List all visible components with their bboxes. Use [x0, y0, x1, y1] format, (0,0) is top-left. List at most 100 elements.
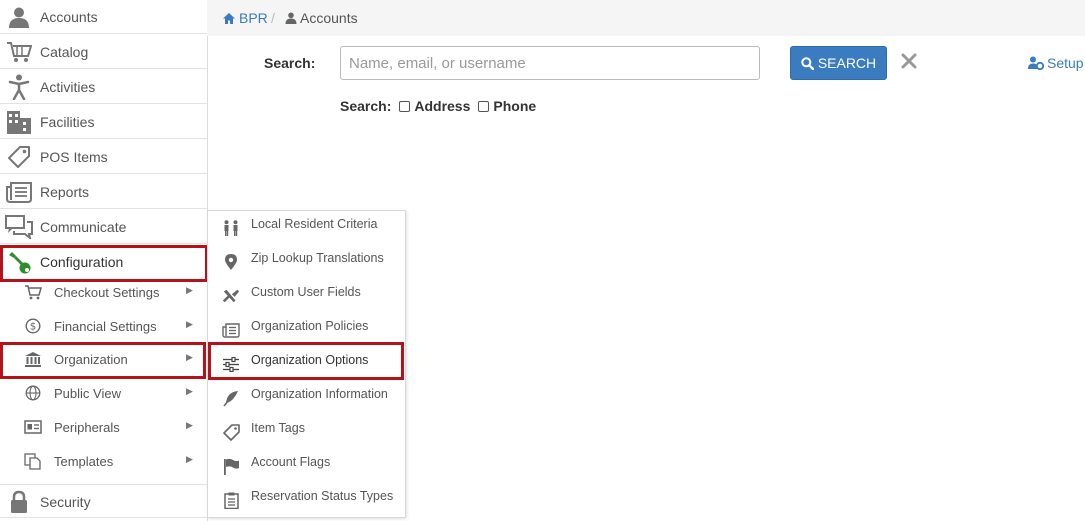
sidebar-item-reports[interactable]: Reports	[0, 175, 207, 209]
sidebar-subitem-financial-settings[interactable]: $ Financial Settings ▶	[0, 309, 207, 343]
cart-icon	[24, 284, 42, 300]
breadcrumb: BPR / Accounts	[207, 0, 1085, 36]
breadcrumb-home[interactable]: BPR	[222, 10, 268, 26]
sidebar-item-label: Communicate	[40, 219, 127, 235]
address-checkbox[interactable]	[399, 100, 411, 112]
search-label: Search:	[264, 55, 316, 71]
breadcrumb-current: Accounts	[285, 10, 358, 26]
breadcrumb-current-label: Accounts	[300, 10, 358, 26]
sidebar-item-label: Facilities	[40, 114, 95, 130]
sidebar: Accounts Catalog Activities Facilities P…	[0, 0, 208, 521]
lock-icon	[4, 488, 34, 516]
people-icon	[222, 220, 240, 236]
sidebar-subitem-checkout-settings[interactable]: Checkout Settings ▶	[0, 275, 207, 309]
building-icon	[4, 108, 34, 136]
user-gear-icon	[1028, 56, 1044, 70]
home-icon	[223, 12, 235, 24]
search-button[interactable]: SEARCH	[790, 46, 887, 80]
flyout-item-local-resident-criteria[interactable]: Local Resident Criteria	[208, 211, 405, 245]
organization-flyout-menu: Local Resident Criteria Zip Lookup Trans…	[207, 210, 406, 518]
clipboard-icon	[222, 492, 240, 509]
chat-icon	[4, 213, 34, 241]
sidebar-item-label: Security	[40, 494, 91, 510]
flyout-item-label: Account Flags	[251, 455, 331, 469]
phone-checkbox[interactable]	[478, 100, 490, 112]
setup-link[interactable]: Setup	[1028, 55, 1084, 71]
cart-icon	[4, 38, 34, 66]
chevron-right-icon: ▶	[186, 420, 193, 430]
breadcrumb-separator: /	[271, 10, 275, 26]
sidebar-item-label: Catalog	[40, 44, 89, 60]
clear-search-button[interactable]	[900, 52, 920, 72]
wrench-icon	[4, 248, 34, 276]
flyout-item-label: Local Resident Criteria	[251, 217, 378, 231]
sidebar-item-accounts[interactable]: Accounts	[0, 0, 207, 34]
sidebar-item-label: Activities	[40, 79, 96, 95]
tag-icon	[222, 423, 240, 441]
flyout-item-label: Zip Lookup Translations	[251, 251, 384, 265]
map-pin-icon	[222, 253, 240, 270]
sidebar-subitem-public-view[interactable]: Public View ▶	[0, 376, 207, 410]
flyout-item-zip-lookup-translations[interactable]: Zip Lookup Translations	[208, 245, 405, 279]
sidebar-item-catalog[interactable]: Catalog	[0, 35, 207, 69]
search-button-label: SEARCH	[817, 55, 877, 71]
phone-checkbox-label: Phone	[493, 98, 537, 114]
flyout-item-item-tags[interactable]: Item Tags	[208, 415, 405, 449]
copy-icon	[24, 452, 42, 470]
dollar-icon: $	[24, 318, 42, 334]
chevron-right-icon: ▶	[186, 454, 193, 464]
bank-icon	[24, 351, 42, 367]
id-card-icon	[24, 419, 42, 435]
sidebar-subitem-label: Organization	[54, 352, 128, 367]
sidebar-item-pos-items[interactable]: POS Items	[0, 140, 207, 174]
sidebar-item-label: Reports	[40, 184, 90, 200]
reports-icon	[4, 178, 34, 206]
sidebar-subitem-templates[interactable]: Templates ▶	[0, 444, 207, 478]
sidebar-item-label: Accounts	[40, 9, 98, 25]
flag-icon	[222, 458, 240, 475]
flyout-item-label: Organization Policies	[251, 319, 369, 333]
sidebar-item-configuration[interactable]: Configuration	[0, 245, 207, 279]
document-icon	[222, 322, 240, 338]
flyout-item-label: Organization Information	[251, 387, 388, 401]
breadcrumb-home-label: BPR	[239, 10, 268, 26]
close-icon	[901, 53, 917, 69]
sidebar-item-activities[interactable]: Activities	[0, 70, 207, 104]
flyout-item-custom-user-fields[interactable]: Custom User Fields	[208, 279, 405, 313]
flyout-item-organization-information[interactable]: Organization Information	[208, 381, 405, 415]
setup-label: Setup	[1047, 55, 1084, 71]
tag-icon	[4, 143, 34, 171]
globe-icon	[24, 385, 42, 401]
sidebar-subitem-label: Peripherals	[54, 420, 120, 435]
flyout-item-reservation-status-types[interactable]: Reservation Status Types	[208, 483, 405, 517]
flyout-item-organization-options[interactable]: Organization Options	[208, 347, 405, 381]
search-options: Search: Address Phone	[340, 98, 536, 114]
sidebar-item-security[interactable]: Security	[0, 484, 207, 518]
flyout-item-label: Organization Options	[251, 353, 369, 367]
flyout-item-account-flags[interactable]: Account Flags	[208, 449, 405, 483]
sidebar-item-communicate[interactable]: Communicate	[0, 210, 207, 244]
person-activity-icon	[4, 73, 34, 101]
address-checkbox-label: Address	[414, 98, 471, 114]
chevron-right-icon: ▶	[186, 285, 193, 295]
chevron-right-icon: ▶	[186, 319, 193, 329]
search-options-label: Search:	[340, 98, 392, 114]
sidebar-item-facilities[interactable]: Facilities	[0, 105, 207, 139]
flyout-item-label: Reservation Status Types	[251, 489, 394, 503]
flyout-item-label: Item Tags	[251, 421, 305, 435]
tools-icon	[222, 288, 240, 304]
user-icon	[4, 3, 34, 31]
sidebar-subitem-label: Public View	[54, 386, 121, 401]
sidebar-subitem-label: Financial Settings	[54, 319, 157, 334]
chevron-right-icon: ▶	[186, 352, 193, 362]
search-input[interactable]	[340, 46, 760, 80]
sidebar-item-label: Configuration	[40, 254, 124, 270]
feather-icon	[222, 390, 240, 406]
sidebar-subitem-peripherals[interactable]: Peripherals ▶	[0, 410, 207, 444]
sidebar-subitem-organization[interactable]: Organization ▶	[0, 342, 207, 376]
sidebar-subitem-label: Templates	[54, 454, 114, 469]
sidebar-item-label: POS Items	[40, 149, 108, 165]
flyout-item-organization-policies[interactable]: Organization Policies	[208, 313, 405, 347]
svg-text:$: $	[30, 322, 36, 333]
chevron-right-icon: ▶	[186, 386, 193, 396]
